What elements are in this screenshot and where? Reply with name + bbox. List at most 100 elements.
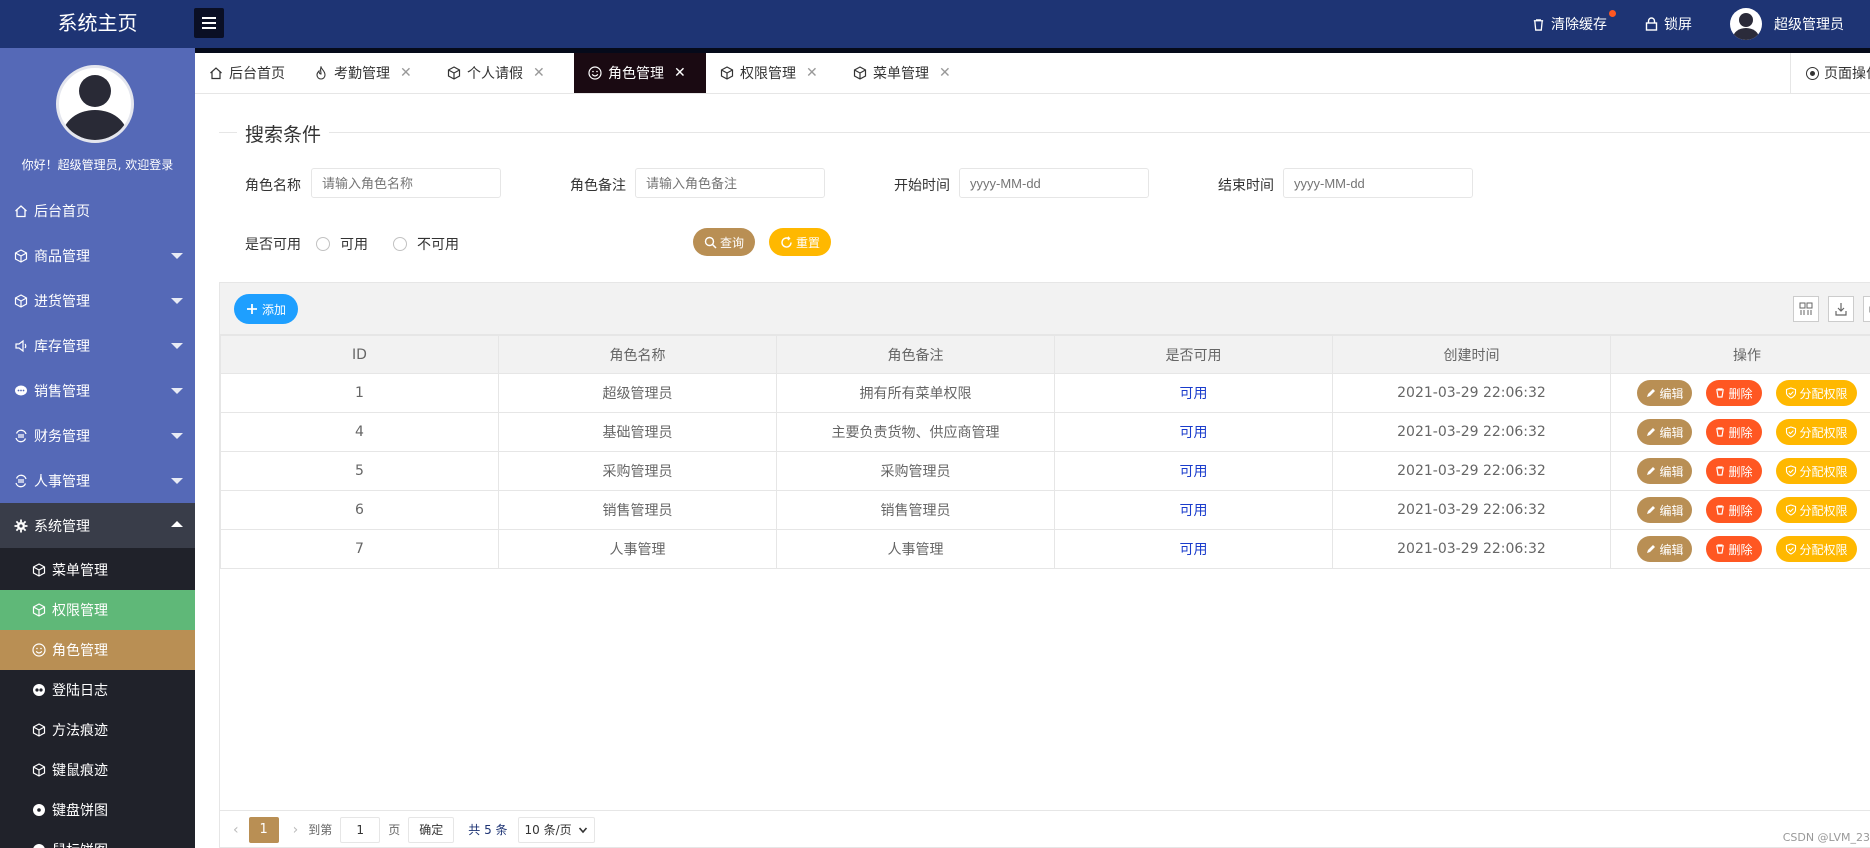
radio-available[interactable]: 可用 <box>316 234 368 254</box>
trash-icon <box>1716 505 1725 515</box>
sidebar-item-system[interactable]: 系统管理 <box>0 503 195 548</box>
print-button[interactable] <box>1863 296 1870 322</box>
brand-title[interactable]: 系统主页 <box>0 0 195 48</box>
edit-button[interactable]: 编辑 <box>1637 458 1693 484</box>
sidebar-subitem-keyboard-pie[interactable]: 键盘饼图 <box>0 790 195 830</box>
close-icon[interactable]: ✕ <box>674 65 686 81</box>
sidebar-item-home[interactable]: 后台首页 <box>0 188 195 233</box>
page-size-select[interactable]: 10 条/页 <box>517 816 595 843</box>
start-time-input[interactable] <box>959 168 1149 198</box>
export-button[interactable] <box>1828 296 1854 322</box>
table-row[interactable]: 1 超级管理员 拥有所有菜单权限 可用 2021-03-29 22:06:32 … <box>220 373 1870 413</box>
page-number-input[interactable]: 1 <box>340 816 381 843</box>
table-row[interactable]: 5 采购管理员 采购管理员 可用 2021-03-29 22:06:32 编辑 … <box>220 451 1870 491</box>
column-header[interactable]: 角色备注 <box>776 335 1055 374</box>
sidebar-item-purchase[interactable]: 进货管理 <box>0 278 195 323</box>
assign-permission-button[interactable]: 分配权限 <box>1775 419 1857 445</box>
edit-button[interactable]: 编辑 <box>1637 497 1693 523</box>
fire-icon <box>316 66 326 80</box>
query-button[interactable]: 查询 <box>693 228 755 256</box>
sidebar-item-inventory[interactable]: 库存管理 <box>0 323 195 368</box>
columns-filter-button[interactable] <box>1793 296 1819 322</box>
table-row[interactable]: 7 人事管理 人事管理 可用 2021-03-29 22:06:32 编辑 删除… <box>220 529 1870 569</box>
edit-button[interactable]: 编辑 <box>1637 536 1693 562</box>
end-time-input[interactable] <box>1283 168 1473 198</box>
sidebar-item-goods[interactable]: 商品管理 <box>0 233 195 278</box>
tab-role-management[interactable]: 角色管理 ✕ <box>574 53 706 93</box>
add-button[interactable]: 添加 <box>234 294 299 324</box>
start-time-label: 开始时间 <box>894 178 950 194</box>
radio-unavailable[interactable]: 不可用 <box>393 234 459 254</box>
sidebar-item-sales[interactable]: 销售管理 <box>0 368 195 413</box>
trash-icon <box>1716 544 1725 554</box>
user-menu[interactable]: 超级管理员 <box>1730 8 1870 40</box>
edit-button[interactable]: 编辑 <box>1637 419 1693 445</box>
cell-name: 销售管理员 <box>498 490 777 530</box>
delete-button[interactable]: 删除 <box>1706 536 1762 562</box>
notification-dot <box>1609 10 1616 17</box>
column-header[interactable]: 创建时间 <box>1332 335 1611 374</box>
assign-permission-button[interactable]: 分配权限 <box>1775 458 1857 484</box>
next-page-icon[interactable]: › <box>293 822 299 838</box>
cell-actions: 编辑 删除 分配权限 <box>1610 412 1870 452</box>
prev-page-icon[interactable]: ‹ <box>233 822 239 838</box>
pencil-icon <box>1647 545 1656 553</box>
lock-screen-button[interactable]: 锁屏 <box>1645 14 1692 34</box>
cube-icon <box>447 66 461 80</box>
delete-button[interactable]: 删除 <box>1706 497 1762 523</box>
reset-button[interactable]: 重置 <box>769 228 831 256</box>
table-row[interactable]: 4 基础管理员 主要负责货物、供应商管理 可用 2021-03-29 22:06… <box>220 412 1870 452</box>
sidebar-item-finance[interactable]: 财务管理 <box>0 413 195 458</box>
tab-home[interactable]: 后台首页 <box>195 53 300 93</box>
cell-remark: 采购管理员 <box>776 451 1055 491</box>
menu-toggle-button[interactable] <box>194 8 224 38</box>
close-icon[interactable]: ✕ <box>533 65 545 81</box>
column-header[interactable]: 是否可用 <box>1054 335 1333 374</box>
lock-screen-label: 锁屏 <box>1664 17 1692 33</box>
tab-attendance[interactable]: 考勤管理 ✕ <box>300 53 433 93</box>
sidebar-subitem-method-trace[interactable]: 方法痕迹 <box>0 710 195 750</box>
sidebar-subitem-mouse-pie[interactable]: 鼠标饼图 <box>0 830 195 848</box>
role-name-input[interactable] <box>311 168 501 198</box>
current-page[interactable]: 1 <box>248 816 279 843</box>
cell-created: 2021-03-29 22:06:32 <box>1332 451 1611 491</box>
page-operations-button[interactable]: 页面操作 <box>1790 53 1870 93</box>
tab-leave[interactable]: 个人请假 ✕ <box>433 53 566 93</box>
cell-remark: 拥有所有菜单权限 <box>776 373 1055 413</box>
column-header[interactable]: ID <box>220 335 499 374</box>
lock-icon <box>1645 17 1658 31</box>
table-row[interactable]: 6 销售管理员 销售管理员 可用 2021-03-29 22:06:32 编辑 … <box>220 490 1870 530</box>
delete-button[interactable]: 删除 <box>1706 458 1762 484</box>
sidebar-subitem-role[interactable]: 角色管理 <box>0 630 195 670</box>
main-content: 搜索条件 角色名称 角色备注 开始时间 结束时间 是否可用 可用 不可用 查询 … <box>195 94 1870 848</box>
assign-permission-button[interactable]: 分配权限 <box>1775 497 1857 523</box>
clear-cache-button[interactable]: 清除缓存 <box>1532 10 1616 34</box>
delete-button[interactable]: 删除 <box>1706 380 1762 406</box>
role-remark-input[interactable] <box>635 168 825 198</box>
cube-icon <box>32 763 46 777</box>
radio-circle <box>316 237 330 251</box>
chevron-down-icon <box>171 253 183 259</box>
fieldset-divider <box>219 132 1870 133</box>
sidebar-subitem-permission[interactable]: 权限管理 <box>0 590 195 630</box>
edit-button[interactable]: 编辑 <box>1637 380 1693 406</box>
assign-permission-button[interactable]: 分配权限 <box>1775 536 1857 562</box>
tab-permission[interactable]: 权限管理 ✕ <box>706 53 839 93</box>
column-header[interactable]: 角色名称 <box>498 335 777 374</box>
sidebar-item-hr[interactable]: 人事管理 <box>0 458 195 503</box>
sidebar-subitem-menu[interactable]: 菜单管理 <box>0 550 195 590</box>
chevron-down-icon <box>171 343 183 349</box>
confirm-button[interactable]: 确定 <box>408 816 455 843</box>
tab-menu[interactable]: 菜单管理 ✕ <box>839 53 972 93</box>
close-icon[interactable]: ✕ <box>400 65 412 81</box>
cell-available: 可用 <box>1054 451 1333 491</box>
delete-button[interactable]: 删除 <box>1706 419 1762 445</box>
sidebar-subitem-login-log[interactable]: 登陆日志 <box>0 670 195 710</box>
sidebar-subitem-input-trace[interactable]: 键鼠痕迹 <box>0 750 195 790</box>
close-icon[interactable]: ✕ <box>806 65 818 81</box>
cell-available: 可用 <box>1054 529 1333 569</box>
close-icon[interactable]: ✕ <box>939 65 951 81</box>
assign-permission-button[interactable]: 分配权限 <box>1775 380 1857 406</box>
cell-remark: 主要负责货物、供应商管理 <box>776 412 1055 452</box>
cube-icon <box>32 563 46 577</box>
